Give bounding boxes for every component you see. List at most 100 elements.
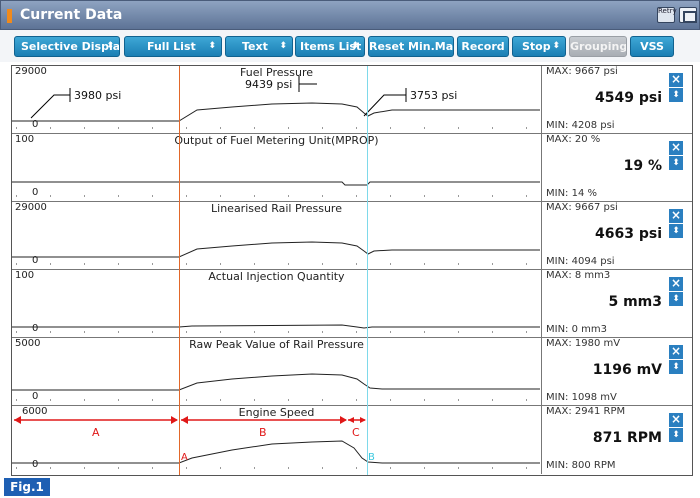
- text-label: Text: [242, 40, 268, 53]
- full-list-label: Full List: [147, 40, 196, 53]
- close-icon[interactable]: ×: [669, 277, 683, 291]
- grouping-button[interactable]: Grouping: [569, 36, 627, 57]
- value-info-panel: MAX: 8 mm3 5 mm3 MIN: 0 mm3 × ⬍: [541, 270, 692, 338]
- dropdown-arrow-icon: ⬍: [279, 41, 287, 51]
- figure-label: Fig.1: [4, 478, 50, 496]
- close-icon[interactable]: ×: [669, 141, 683, 155]
- trace-line: [12, 181, 540, 186]
- min-value: MIN: 14 %: [546, 188, 598, 199]
- trace-line: [12, 241, 540, 258]
- scale-min-label: 0: [32, 459, 39, 470]
- current-value: 19 %: [623, 158, 662, 174]
- plot-area: 5000 0 Raw Peak Value of Rail Pressure: [12, 338, 541, 406]
- move-icon[interactable]: ⬍: [669, 428, 683, 442]
- selective-display-dropdown[interactable]: Selective Display ⬍: [14, 36, 120, 57]
- text-dropdown[interactable]: Text ⬍: [225, 36, 293, 57]
- selective-display-label: Selective Display: [21, 40, 120, 53]
- graph-panel-mprop: 100 0 Output of Fuel Metering Unit(MPROP…: [12, 134, 692, 202]
- max-value: MAX: 1980 mV: [546, 338, 621, 349]
- window-title: Current Data: [20, 7, 123, 23]
- reset-min-max-button[interactable]: Reset Min.Max: [368, 36, 454, 57]
- move-icon[interactable]: ⬍: [669, 360, 683, 374]
- plot-area: 100 0 Output of Fuel Metering Unit(MPROP…: [12, 134, 541, 202]
- annotation-start-pressure: 3980 psi: [74, 89, 122, 102]
- title-bar: Current Data Retry: [0, 0, 700, 30]
- move-icon[interactable]: ⬍: [669, 292, 683, 306]
- cursor-marker-b: B: [368, 452, 375, 463]
- max-value: MAX: 2941 RPM: [546, 406, 626, 417]
- retry-icon[interactable]: Retry: [657, 7, 677, 23]
- annotation-peak-pressure: 9439 psi: [245, 78, 293, 91]
- scale-min-label: 0: [32, 391, 39, 402]
- move-icon[interactable]: ⬍: [669, 156, 683, 170]
- record-button[interactable]: Record: [457, 36, 509, 57]
- move-icon[interactable]: ⬍: [669, 88, 683, 102]
- close-icon[interactable]: ×: [669, 345, 683, 359]
- max-value: MAX: 20 %: [546, 134, 601, 145]
- current-value: 1196 mV: [592, 362, 662, 378]
- max-value: MAX: 9667 psi: [546, 66, 618, 77]
- scale-min-label: 0: [32, 255, 39, 266]
- region-label-b: B: [259, 426, 267, 439]
- annotation-end-pressure: 3753 psi: [410, 89, 458, 102]
- grouping-label: Grouping: [570, 40, 627, 53]
- trace-line: [12, 440, 540, 464]
- graph-panel-injection-quantity: 100 0 Actual Injection Quantity MAX: 8 m…: [12, 270, 692, 338]
- stop-label: Stop: [522, 40, 551, 53]
- region-label-c: C: [352, 426, 360, 439]
- trace-line: [12, 373, 540, 391]
- current-value: 5 mm3: [608, 294, 662, 310]
- panel-title: Linearised Rail Pressure: [211, 202, 342, 215]
- window-icon[interactable]: [679, 7, 697, 23]
- panel-title: Actual Injection Quantity: [208, 270, 345, 283]
- min-value: MIN: 4208 psi: [546, 120, 615, 131]
- items-list-dropdown[interactable]: Items List ⬍: [295, 36, 365, 57]
- current-data-window: Current Data Retry Selective Display ⬍ F…: [0, 0, 700, 498]
- min-value: MIN: 1098 mV: [546, 392, 617, 403]
- record-label: Record: [461, 40, 505, 53]
- retry-label: Retry: [658, 7, 677, 15]
- value-info-panel: MAX: 9667 psi 4549 psi MIN: 4208 psi × ⬍: [541, 66, 692, 134]
- current-value: 4549 psi: [595, 90, 662, 106]
- cursor-line-a[interactable]: [179, 66, 180, 475]
- callout-line: [363, 94, 406, 117]
- current-value: 871 RPM: [592, 430, 662, 446]
- value-info-panel: MAX: 20 % 19 % MIN: 14 % × ⬍: [541, 134, 692, 202]
- plot-area: 29000 0 Fuel Pressure 3980 psi 9439 psi …: [12, 66, 541, 134]
- stop-dropdown[interactable]: Stop ⬍: [512, 36, 566, 57]
- callout-line: [30, 94, 70, 119]
- graph-panel-raw-peak-rail-pressure: 5000 0 Raw Peak Value of Rail Pressure M…: [12, 338, 692, 406]
- vss-button[interactable]: VSS: [630, 36, 674, 57]
- cursor-line-b[interactable]: [367, 66, 368, 475]
- current-value: 4663 psi: [595, 226, 662, 242]
- trace-line: [12, 324, 540, 329]
- toolbar: Selective Display ⬍ Full List ⬍ Text ⬍ I…: [0, 30, 700, 62]
- plot-area: 29000 0 Linearised Rail Pressure: [12, 202, 541, 270]
- value-info-panel: MAX: 2941 RPM 871 RPM MIN: 800 RPM × ⬍: [541, 406, 692, 474]
- min-value: MIN: 0 mm3: [546, 324, 607, 335]
- graph-area: 29000 0 Fuel Pressure 3980 psi 9439 psi …: [11, 65, 693, 476]
- panel-title: Raw Peak Value of Rail Pressure: [189, 338, 364, 351]
- panel-title: Engine Speed: [238, 406, 315, 419]
- value-info-panel: MAX: 1980 mV 1196 mV MIN: 1098 mV × ⬍: [541, 338, 692, 406]
- dropdown-arrow-icon: ⬍: [351, 41, 359, 51]
- full-list-dropdown[interactable]: Full List ⬍: [124, 36, 222, 57]
- min-value: MIN: 4094 psi: [546, 256, 615, 267]
- max-value: MAX: 8 mm3: [546, 270, 611, 281]
- panel-title: Output of Fuel Metering Unit(MPROP): [174, 134, 379, 147]
- graph-panel-engine-speed: 6000 0 Engine Speed A B C A B MAX: 2941 …: [12, 406, 692, 475]
- move-icon[interactable]: ⬍: [669, 224, 683, 238]
- scale-min-label: 0: [32, 323, 39, 334]
- trace-line: [12, 102, 540, 122]
- scale-min-label: 0: [32, 119, 39, 130]
- close-icon[interactable]: ×: [669, 413, 683, 427]
- close-icon[interactable]: ×: [669, 73, 683, 87]
- close-icon[interactable]: ×: [669, 209, 683, 223]
- region-label-a: A: [92, 426, 100, 439]
- cursor-marker-a: A: [181, 452, 188, 463]
- dropdown-arrow-icon: ⬍: [552, 41, 560, 51]
- max-value: MAX: 9667 psi: [546, 202, 618, 213]
- vss-label: VSS: [640, 40, 664, 53]
- dropdown-arrow-icon: ⬍: [106, 41, 114, 51]
- min-value: MIN: 800 RPM: [546, 460, 616, 471]
